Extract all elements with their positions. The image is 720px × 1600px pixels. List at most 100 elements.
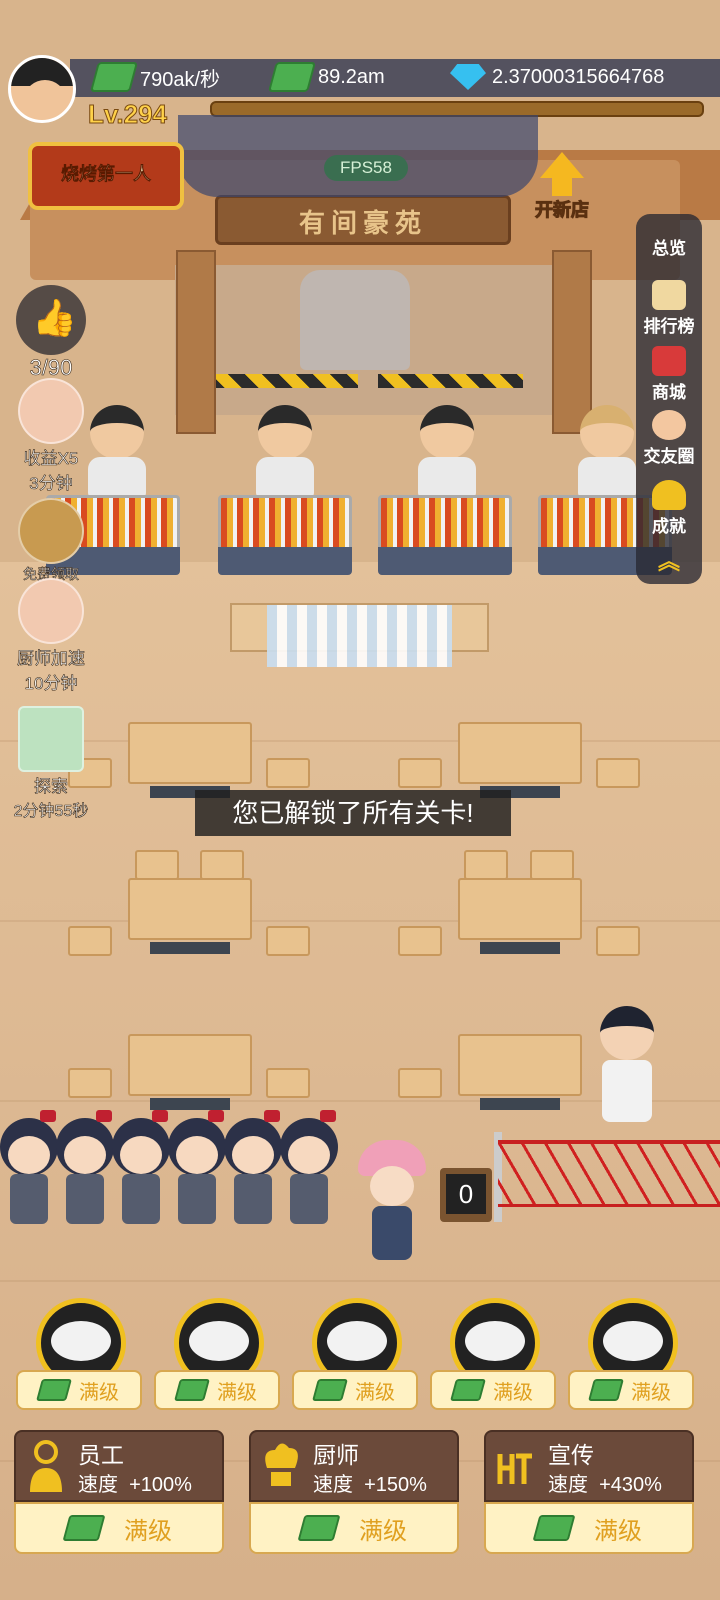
promotion-upgrade-panel: 宣传 速度 +430% 满级 [484, 1430, 694, 1554]
bbq-champion-badge[interactable]: 烧烤第一人 [28, 142, 184, 210]
stool [398, 1068, 442, 1098]
menu-achievements[interactable]: 成就 [636, 480, 702, 537]
gift-box-icon [18, 498, 84, 564]
likes-button[interactable]: 3/90 [6, 285, 96, 381]
explore-button[interactable]: 探索 2分钟55秒 [6, 706, 96, 821]
cash-icon [450, 1379, 486, 1401]
food-upgrade-button[interactable]: 满级 [430, 1370, 556, 1410]
serving-table [230, 603, 489, 667]
shopping-basket-icon [652, 346, 686, 376]
cash-icon [532, 1515, 576, 1541]
chevron-up-icon: ︽ [657, 549, 680, 574]
cash-amount: 89.2am [267, 61, 385, 93]
chef[interactable] [572, 405, 642, 500]
food-item-2[interactable]: 满级 [154, 1298, 280, 1410]
promotion-upgrade-button[interactable]: 满级 [484, 1502, 694, 1554]
dining-table [458, 1034, 582, 1110]
cash-icon [297, 1515, 341, 1541]
player-avatar[interactable] [8, 55, 76, 123]
chef[interactable] [412, 405, 482, 500]
stool [398, 926, 442, 956]
grill-counter[interactable] [378, 495, 512, 575]
waitress[interactable] [56, 1110, 114, 1238]
staff-upgrade-panel: 员工 速度 +100% 满级 [14, 1430, 224, 1554]
waitress[interactable] [0, 1110, 58, 1238]
menu-friends[interactable]: 交友圈 [636, 410, 702, 467]
shop-sign-text: 有间豪苑 [298, 208, 427, 238]
dining-table [128, 878, 252, 954]
thumbs-up-icon [16, 285, 86, 355]
customer[interactable] [358, 1140, 426, 1260]
dining-table [128, 1034, 252, 1110]
trophy-icon [652, 480, 686, 510]
right-side-menu: 总览 排行榜 商城 交友圈 成就 ︽ [636, 214, 702, 584]
waiter[interactable] [596, 1006, 658, 1128]
menu-leaderboard[interactable]: 排行榜 [636, 280, 702, 337]
cash-icon [312, 1379, 348, 1401]
waitress[interactable] [224, 1110, 282, 1238]
stool [530, 850, 574, 880]
menu-overview[interactable]: 总览 [636, 234, 702, 259]
caution-tape [378, 374, 523, 388]
food-item-4[interactable]: 满级 [430, 1298, 556, 1410]
stool [398, 758, 442, 788]
map-magnifier-icon [18, 706, 84, 772]
fps-counter: FPS58 [324, 155, 408, 181]
food-item-3[interactable]: 满级 [292, 1298, 418, 1410]
stool [266, 1068, 310, 1098]
friends-icon [652, 410, 686, 440]
cash-icon [36, 1379, 72, 1401]
diamond-icon [450, 64, 486, 90]
stool [266, 926, 310, 956]
chef-avatar-icon [18, 578, 84, 644]
waitress[interactable] [168, 1110, 226, 1238]
dining-table [128, 722, 252, 798]
new-shop-button[interactable]: 开新店 [524, 152, 600, 222]
stool [68, 1068, 112, 1098]
stool [68, 926, 112, 956]
pillar [176, 250, 216, 434]
gem-amount: 2.37000315664768 [450, 61, 664, 93]
stool [200, 850, 244, 880]
promotion-icon [496, 1438, 536, 1494]
ranking-icon [652, 280, 686, 310]
income-boost-button[interactable]: 收益X5 3分钟 [6, 378, 96, 494]
stool [464, 850, 508, 880]
cash-stack-icon [89, 62, 139, 92]
waitress[interactable] [112, 1110, 170, 1238]
waitress-avatar-icon [18, 378, 84, 444]
cash-icon [62, 1515, 106, 1541]
food-upgrade-button[interactable]: 满级 [16, 1370, 142, 1410]
fps-panel: FPS58 [178, 115, 538, 197]
food-upgrade-button[interactable]: 满级 [292, 1370, 418, 1410]
up-arrow-icon [540, 152, 584, 178]
free-claim-button[interactable]: 免费领取 [6, 498, 96, 584]
player-level: Lv.294 [87, 98, 168, 129]
chef-hat-icon [261, 1438, 301, 1494]
chef-upgrade-button[interactable]: 满级 [249, 1502, 459, 1554]
staff-upgrade-button[interactable]: 满级 [14, 1502, 224, 1554]
food-item-5[interactable]: 满级 [568, 1298, 694, 1410]
waitress[interactable] [280, 1110, 338, 1238]
income-rate: 790ak/秒 [89, 61, 220, 93]
cash-stack-icon [267, 62, 317, 92]
collapse-menu-button[interactable]: ︽ [636, 544, 702, 576]
dining-table [458, 722, 582, 798]
chef[interactable] [250, 405, 320, 500]
food-item-1[interactable]: 满级 [16, 1298, 142, 1410]
food-upgrade-button[interactable]: 满级 [154, 1370, 280, 1410]
chef-speed-button[interactable]: 厨师加速 10分钟 [6, 578, 96, 694]
staff-icon [26, 1438, 66, 1494]
stool [266, 758, 310, 788]
chef-upgrade-panel: 厨师 速度 +150% 满级 [249, 1430, 459, 1554]
grill-counter[interactable] [218, 495, 352, 575]
stool [596, 926, 640, 956]
shop-signboard: 有间豪苑 [215, 195, 511, 245]
fountain [300, 270, 410, 370]
food-upgrade-button[interactable]: 满级 [568, 1370, 694, 1410]
cash-icon [174, 1379, 210, 1401]
menu-shop[interactable]: 商城 [636, 346, 702, 403]
all-levels-unlocked-toast: 您已解锁了所有关卡! [195, 790, 511, 836]
queue-rope [498, 1140, 720, 1207]
cash-icon [588, 1379, 624, 1401]
